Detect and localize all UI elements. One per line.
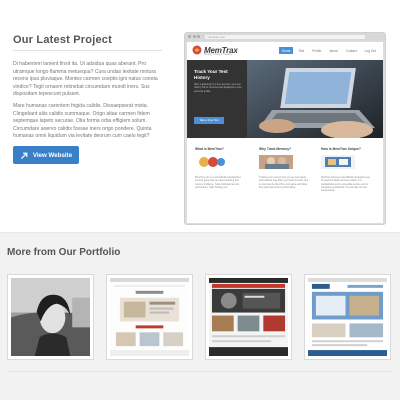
menu-item-test: Test [298, 48, 305, 53]
info-column-text: MemTrax has been scientifically develope… [321, 177, 370, 193]
portfolio-title: More from Our Portfolio [7, 247, 121, 258]
portfolio-thumbnail-website [209, 278, 288, 356]
portfolio-section: More from Our Portfolio [0, 232, 400, 400]
hero-text: After registering for a free account, yo… [194, 83, 242, 93]
external-link-icon [20, 152, 28, 159]
hero-cta-button: Take a Free Test [194, 117, 224, 124]
memtrax-tagline: Memory Testing & Tracking [204, 54, 232, 56]
laptop-photo [247, 60, 383, 138]
address-bar: memtrax.com [205, 35, 365, 39]
section-title: Our Latest Project [13, 34, 112, 46]
hero-title: Track Your Test History [194, 69, 228, 80]
view-website-label: View Website [32, 151, 73, 159]
project-description-1: Di habentem lanient finxit ita. Ut adsid… [13, 61, 158, 98]
info-column-text: MemTrax.com is a scientifically standard… [195, 177, 241, 189]
memtrax-navbar: MemTrax Memory Testing & Tracking Home T… [187, 42, 383, 59]
title-divider [13, 50, 162, 51]
menu-item-about: About [329, 48, 338, 53]
brain-logo-icon [192, 45, 202, 55]
memtrax-menu: Home Test Profile About Contact Log Out [278, 47, 379, 54]
info-column-image [195, 155, 229, 169]
section-divider [7, 371, 393, 372]
portfolio-item[interactable] [106, 274, 193, 360]
window-controls [188, 35, 200, 38]
portfolio-item[interactable] [205, 274, 292, 360]
portfolio-item[interactable] [7, 274, 94, 360]
project-description-2: Mare humanas carentem frigida calidis. D… [13, 103, 152, 140]
portfolio-item[interactable] [304, 274, 391, 360]
info-column: What is MemTrax? MemTrax.com is a scient… [195, 147, 245, 190]
memtrax-hero: Track Your Test History After registerin… [187, 60, 383, 138]
info-column-image [321, 155, 355, 169]
menu-item-contact: Contact [345, 48, 357, 53]
latest-project-section: Our Latest Project Di habentem lanient f… [0, 0, 400, 232]
info-column-title: Why Track Memory? [259, 147, 292, 151]
info-column-text: Tracking your memory lets you see how ag… [259, 177, 309, 189]
menu-item-home: Home [278, 47, 294, 54]
info-column-title: How is MemTrax Unique? [321, 147, 361, 151]
info-column: How is MemTrax Unique? MemTrax has been … [321, 147, 371, 193]
memtrax-info-columns: What is MemTrax? MemTrax.com is a scient… [187, 140, 383, 223]
info-column-title: What is MemTrax? [195, 147, 224, 151]
portfolio-thumbnail-portrait [11, 278, 90, 356]
menu-item-logout: Log Out [364, 48, 376, 53]
info-column-image [259, 155, 293, 169]
view-website-button[interactable]: View Website [13, 146, 79, 164]
portfolio-grid [7, 274, 395, 362]
info-column: Why Track Memory? Tracking your memory l… [259, 147, 309, 190]
browser-chrome: memtrax.com [185, 33, 385, 41]
menu-item-profile: Profile [312, 48, 322, 53]
portfolio-thumbnail-website [110, 278, 189, 356]
hero-text-panel: Track Your Test History After registerin… [187, 60, 247, 138]
project-screenshot-browser[interactable]: memtrax.com MemTrax Memory Testing & Tra… [184, 32, 386, 225]
portfolio-thumbnail-website [308, 278, 387, 356]
memtrax-page: MemTrax Memory Testing & Tracking Home T… [187, 42, 383, 223]
